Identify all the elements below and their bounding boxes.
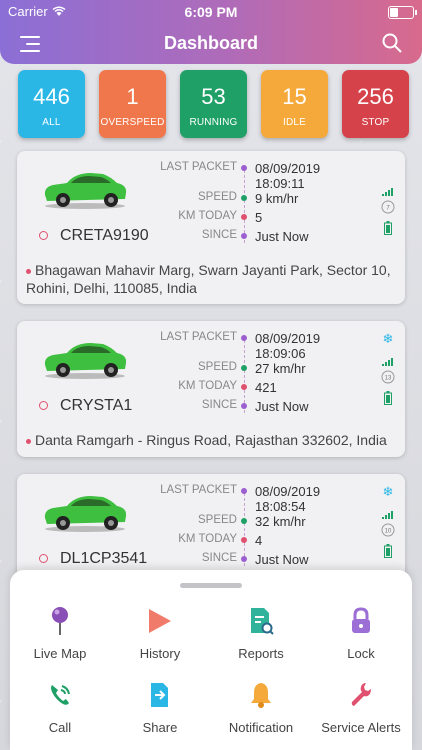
action-history[interactable]: History (110, 606, 210, 661)
wrench-icon (351, 683, 371, 706)
action-label: Lock (347, 646, 375, 661)
page-title: Dashboard (163, 33, 259, 53)
stat-stop[interactable]: 256 STOP (342, 70, 409, 138)
stat-running[interactable]: 53 RUNNING (180, 70, 247, 138)
vehicle-plate: DL1CP3541 (39, 550, 189, 568)
share-icon (151, 683, 168, 707)
stat-value: 1 (126, 84, 139, 109)
battery-icon (388, 6, 417, 19)
stat-value: 53 (201, 84, 226, 109)
action-label: Share (142, 720, 178, 735)
play-icon (149, 609, 171, 633)
last-packet-time: 18:09:11 (255, 176, 305, 191)
odometer-icon: 13 (381, 370, 395, 389)
header-bar: Carrier 6:09 PM Dashboard (0, 0, 422, 64)
search-icon[interactable] (382, 33, 402, 53)
stat-label: STOP (361, 117, 390, 128)
bell-icon (251, 683, 271, 708)
car-icon (44, 173, 127, 209)
battery-status-icon (381, 391, 395, 410)
stat-label: OVERSPEED (100, 117, 165, 128)
car-icon (44, 343, 127, 379)
stat-all[interactable]: 446 ALL (18, 70, 85, 138)
stat-overspeed[interactable]: 1 OVERSPEED (99, 70, 166, 138)
report-icon (251, 608, 274, 635)
signal-icon (381, 506, 395, 524)
lock-icon (352, 607, 370, 633)
action-label: History (139, 646, 181, 661)
battery-status-icon (381, 221, 395, 240)
action-label: Reports (238, 646, 284, 661)
action-sheet: Live Map History Reports Lock Call Share… (10, 570, 412, 750)
odometer-value: 7 (386, 206, 390, 212)
odometer-value: 10 (385, 529, 392, 535)
odometer-icon: 10 (381, 523, 395, 542)
action-live-map[interactable]: Live Map (10, 606, 110, 661)
status-summary: 446 ALL 1 OVERSPEED 53 RUNNING 15 IDLE 2… (18, 70, 410, 138)
odometer-value: 13 (385, 376, 392, 382)
snowflake-icon: ❄ (382, 331, 394, 346)
map-pin-icon (52, 607, 68, 635)
action-label: Call (48, 720, 72, 735)
vehicle-address: Bhagawan Mahavir Marg, Swarn Jayanti Par… (26, 262, 391, 296)
odometer-icon: 7 (381, 200, 395, 219)
vehicle-card[interactable]: CRETA9190 LAST PACKET 08/09/2019 18:09:1… (17, 151, 405, 304)
sheet-drag-handle[interactable] (180, 583, 242, 588)
action-reports[interactable]: Reports (211, 606, 311, 661)
action-label: Service Alerts (321, 720, 401, 735)
stat-value: 256 (357, 84, 394, 109)
status-bar: Carrier 6:09 PM (0, 4, 422, 20)
clock: 6:09 PM (184, 4, 238, 20)
phone-icon (51, 685, 70, 705)
battery-status-icon (381, 544, 395, 563)
vehicle-address: Danta Ramgarh - Ringus Road, Rajasthan 3… (26, 431, 396, 449)
action-service-alerts[interactable]: Service Alerts (311, 680, 411, 735)
stat-idle[interactable]: 15 IDLE (261, 70, 328, 138)
car-icon (44, 496, 127, 532)
stat-label: IDLE (282, 117, 307, 128)
vehicle-plate: CRETA9190 (39, 227, 189, 245)
action-notification[interactable]: Notification (211, 680, 311, 735)
stat-label: RUNNING (189, 117, 238, 128)
action-share[interactable]: Share (110, 680, 210, 735)
snowflake-icon: ❄ (382, 484, 394, 499)
stat-label: ALL (42, 117, 61, 128)
vehicle-plate: CRYSTA1 (39, 397, 189, 415)
signal-icon (381, 353, 395, 371)
stat-value: 446 (33, 84, 70, 109)
action-lock[interactable]: Lock (311, 606, 411, 661)
action-call[interactable]: Call (10, 680, 110, 735)
vehicle-card[interactable]: CRYSTA1 LAST PACKET 08/09/2019 18:09:06 … (17, 321, 405, 457)
last-packet-date: 08/09/2019 (255, 161, 321, 176)
signal-icon (381, 183, 395, 201)
action-label: Live Map (33, 646, 87, 661)
action-label: Notification (228, 720, 294, 735)
stat-value: 15 (282, 84, 307, 109)
